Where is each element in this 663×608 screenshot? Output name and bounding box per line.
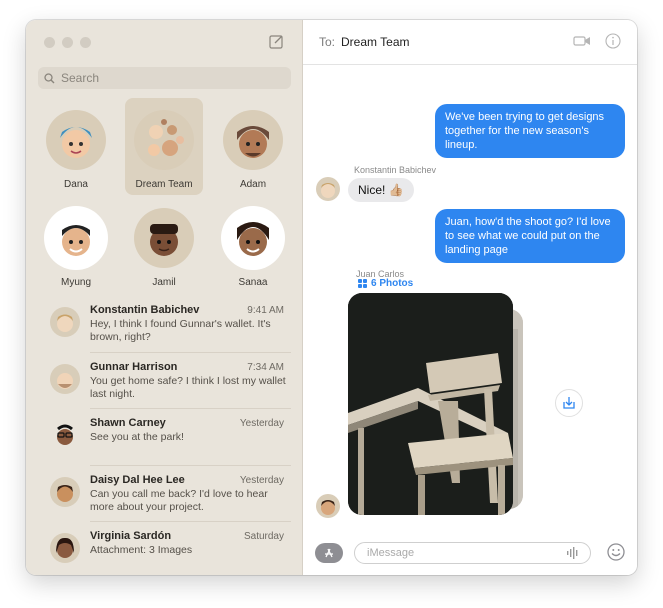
photo-stack[interactable] <box>348 293 523 515</box>
conversation-item[interactable]: Gunnar Harrison 7:34 AM You get home saf… <box>26 353 303 409</box>
conversation-preview: See you at the park! <box>90 431 184 443</box>
search-placeholder: Search <box>61 71 100 85</box>
avatar <box>50 363 80 394</box>
avatar <box>46 110 106 170</box>
emoji-icon[interactable] <box>607 543 625 561</box>
video-call-icon[interactable] <box>573 34 591 48</box>
sidebar: Search Dana Dream Team Adam Myung Jamil … <box>26 20 303 575</box>
to-label: To: <box>319 35 336 49</box>
avatar <box>50 533 80 563</box>
save-photos-button[interactable] <box>555 389 583 417</box>
avatar <box>50 476 80 507</box>
avatar <box>50 307 80 337</box>
messages-window: Search Dana Dream Team Adam Myung Jamil … <box>26 20 637 575</box>
conversation-time: Yesterday <box>239 474 284 486</box>
audio-message-icon[interactable] <box>566 547 580 559</box>
conversation-preview: Can you call me back? I'd love to hear m… <box>90 487 268 513</box>
pinned-dream-team[interactable]: Dream Team <box>125 98 203 195</box>
pinned-dana[interactable]: Dana <box>37 102 115 198</box>
conversation-time: Saturday <box>243 531 284 542</box>
pinned-adam[interactable]: Adam <box>214 102 292 198</box>
info-icon[interactable] <box>605 33 621 49</box>
conversation-preview: Hey, I think I found Gunnar's wallet. It… <box>90 318 271 343</box>
avatar <box>50 420 80 450</box>
pinned-sanaa[interactable]: Sanaa <box>214 200 292 296</box>
photos-grid-icon <box>358 279 367 288</box>
conversation-item[interactable]: Virginia Sardón Saturday Attachment: 3 I… <box>26 522 303 575</box>
avatar <box>134 208 194 268</box>
pinned-name: Sanaa <box>238 277 268 288</box>
conversation-time: Yesterday <box>239 418 284 429</box>
pinned-name: Adam <box>239 179 267 190</box>
conversation-time: 7:34 AM <box>247 361 284 373</box>
sender-avatar <box>316 177 340 201</box>
conversation-name: Konstantin Babichev <box>90 304 200 316</box>
minimize-window-button[interactable] <box>62 37 73 48</box>
conversation-item[interactable]: Konstantin Babichev 9:41 AM Hey, I think… <box>26 296 303 353</box>
pinned-name: Myung <box>60 277 91 288</box>
conversation-item[interactable]: Daisy Dal Hee Lee Yesterday Can you call… <box>26 466 303 522</box>
avatar <box>223 110 283 170</box>
close-window-button[interactable] <box>44 37 55 48</box>
conversation-name: Virginia Sardón <box>90 530 172 542</box>
pinned-jamil[interactable]: Jamil <box>125 200 203 296</box>
window-controls <box>44 37 91 48</box>
recipient-name[interactable]: Dream Team <box>341 35 409 49</box>
search-icon <box>44 72 55 83</box>
pinned-name: Dana <box>64 179 88 190</box>
pinned-myung[interactable]: Myung <box>37 200 115 296</box>
zoom-window-button[interactable] <box>80 37 91 48</box>
avatar <box>46 208 106 268</box>
conversation-preview: Attachment: 3 Images <box>90 544 193 556</box>
conversation-name: Gunnar Harrison <box>90 360 178 373</box>
conversation-name: Shawn Carney <box>90 417 166 429</box>
photos-link[interactable]: 6 Photos <box>358 278 413 289</box>
message-placeholder: iMessage <box>367 547 415 559</box>
sender-avatar <box>316 494 340 518</box>
compose-icon[interactable] <box>269 34 284 49</box>
group-avatar <box>134 110 194 170</box>
message-input[interactable]: iMessage <box>354 542 591 564</box>
conversation-name: Daisy Dal Hee Lee <box>90 473 185 486</box>
pinned-name: Dream Team <box>135 179 193 190</box>
conversation-time: 9:41 AM <box>247 305 284 316</box>
photos-count: 6 Photos <box>371 278 414 289</box>
avatar <box>223 208 283 268</box>
pinned-name: Jamil <box>152 277 176 288</box>
apps-button[interactable] <box>315 543 343 563</box>
composer: iMessage <box>303 531 637 575</box>
photo-image <box>348 293 513 515</box>
search-field[interactable]: Search <box>38 67 291 89</box>
incoming-message[interactable]: Nice! 👍🏼 <box>348 178 414 202</box>
download-icon <box>563 397 575 409</box>
conversation-pane: To: Dream Team We've been trying to get … <box>303 20 637 575</box>
outgoing-message[interactable]: Juan, how'd the shoot go? I'd love to se… <box>435 209 625 263</box>
conversation-item[interactable]: Shawn Carney Yesterday See you at the pa… <box>26 409 303 466</box>
app-store-icon <box>325 548 333 558</box>
sender-name: Konstantin Babichev <box>354 165 437 175</box>
outgoing-message[interactable]: We've been trying to get designs togethe… <box>435 104 625 158</box>
conversation-list: Konstantin Babichev 9:41 AM Hey, I think… <box>26 296 303 575</box>
conversation-preview: You get home safe? I think I lost my wal… <box>90 374 286 400</box>
